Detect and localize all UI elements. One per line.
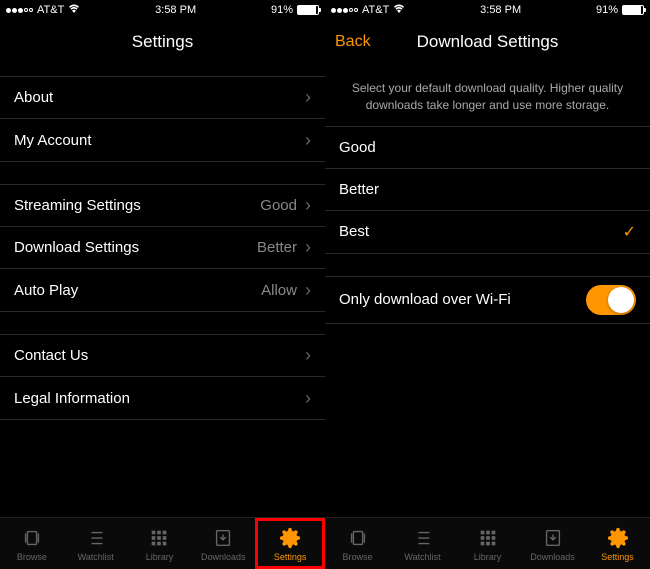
tab-bar: Browse Watchlist Library Downloads Setti…: [325, 517, 650, 569]
row-download-settings[interactable]: Download Settings Better ›: [0, 227, 325, 269]
option-better[interactable]: Better: [325, 169, 650, 211]
chevron-right-icon: ›: [305, 345, 311, 366]
nav-bar: Back Download Settings: [325, 20, 650, 64]
row-label: About: [14, 89, 305, 106]
toggle-knob: [608, 287, 634, 313]
battery-percent: 91%: [596, 4, 618, 16]
battery-icon: [622, 5, 644, 15]
tab-watchlist[interactable]: Watchlist: [390, 518, 455, 569]
page-title: Download Settings: [417, 32, 559, 52]
tab-browse[interactable]: Browse: [325, 518, 390, 569]
library-icon: [147, 526, 171, 550]
tab-label: Settings: [274, 552, 307, 562]
download-settings-content: Select your default download quality. Hi…: [325, 64, 650, 517]
chevron-right-icon: ›: [305, 87, 311, 108]
gear-icon: [278, 526, 302, 550]
settings-content: About › My Account › Streaming Settings …: [0, 64, 325, 517]
tab-bar: Browse Watchlist Library Downloads Setti…: [0, 517, 325, 569]
wifi-icon: [393, 4, 405, 16]
tab-label: Library: [474, 552, 502, 562]
downloads-icon: [541, 526, 565, 550]
row-legal-information[interactable]: Legal Information ›: [0, 377, 325, 419]
row-value: Good: [260, 197, 297, 214]
row-wifi-only: Only download over Wi-Fi: [325, 277, 650, 323]
row-label: Download Settings: [14, 239, 257, 256]
tab-downloads[interactable]: Downloads: [520, 518, 585, 569]
time-label: 3:58 PM: [480, 4, 521, 16]
browse-icon: [20, 526, 44, 550]
tab-label: Settings: [601, 552, 634, 562]
section-description: Select your default download quality. Hi…: [325, 64, 650, 126]
browse-icon: [346, 526, 370, 550]
chevron-right-icon: ›: [305, 195, 311, 216]
gear-icon: [606, 526, 630, 550]
row-about[interactable]: About ›: [0, 77, 325, 119]
option-label: Better: [339, 181, 636, 198]
option-good[interactable]: Good: [325, 127, 650, 169]
tab-label: Watchlist: [78, 552, 114, 562]
tab-label: Watchlist: [404, 552, 440, 562]
row-auto-play[interactable]: Auto Play Allow ›: [0, 269, 325, 311]
tab-settings[interactable]: Settings: [585, 518, 650, 569]
row-streaming-settings[interactable]: Streaming Settings Good ›: [0, 185, 325, 227]
tab-label: Library: [146, 552, 174, 562]
tab-label: Downloads: [530, 552, 575, 562]
tab-label: Downloads: [201, 552, 246, 562]
signal-strength-icon: [331, 8, 358, 13]
chevron-right-icon: ›: [305, 388, 311, 409]
chevron-right-icon: ›: [305, 130, 311, 151]
time-label: 3:58 PM: [155, 4, 196, 16]
signal-strength-icon: [6, 8, 33, 13]
tab-label: Browse: [17, 552, 47, 562]
tab-downloads[interactable]: Downloads: [191, 518, 255, 569]
screen-settings: AT&T 3:58 PM 91% Settings About › My Acc…: [0, 0, 325, 569]
nav-bar: Settings: [0, 20, 325, 64]
row-label: My Account: [14, 132, 305, 149]
row-label: Auto Play: [14, 282, 261, 299]
tab-watchlist[interactable]: Watchlist: [64, 518, 128, 569]
row-contact-us[interactable]: Contact Us ›: [0, 335, 325, 377]
carrier-label: AT&T: [362, 4, 389, 16]
watchlist-icon: [84, 526, 108, 550]
wifi-icon: [68, 4, 80, 16]
checkmark-icon: ✓: [623, 222, 636, 242]
back-button[interactable]: Back: [335, 33, 371, 51]
screen-download-settings: AT&T 3:58 PM 91% Back Download Settings …: [325, 0, 650, 569]
option-label: Good: [339, 139, 636, 156]
row-my-account[interactable]: My Account ›: [0, 119, 325, 161]
row-value: Allow: [261, 282, 297, 299]
row-label: Streaming Settings: [14, 197, 260, 214]
downloads-icon: [211, 526, 235, 550]
wifi-only-toggle[interactable]: [586, 285, 636, 315]
carrier-label: AT&T: [37, 4, 64, 16]
tab-library[interactable]: Library: [455, 518, 520, 569]
status-bar: AT&T 3:58 PM 91%: [325, 0, 650, 20]
row-label: Contact Us: [14, 347, 305, 364]
toggle-label: Only download over Wi-Fi: [339, 291, 586, 308]
status-bar: AT&T 3:58 PM 91%: [0, 0, 325, 20]
row-value: Better: [257, 239, 297, 256]
row-label: Legal Information: [14, 390, 305, 407]
tab-library[interactable]: Library: [128, 518, 192, 569]
page-title: Settings: [132, 32, 193, 52]
tab-browse[interactable]: Browse: [0, 518, 64, 569]
chevron-right-icon: ›: [305, 237, 311, 258]
battery-percent: 91%: [271, 4, 293, 16]
option-label: Best: [339, 223, 623, 240]
tab-label: Browse: [342, 552, 372, 562]
chevron-right-icon: ›: [305, 280, 311, 301]
library-icon: [476, 526, 500, 550]
tab-settings[interactable]: Settings: [255, 518, 325, 569]
watchlist-icon: [411, 526, 435, 550]
option-best[interactable]: Best ✓: [325, 211, 650, 253]
battery-icon: [297, 5, 319, 15]
